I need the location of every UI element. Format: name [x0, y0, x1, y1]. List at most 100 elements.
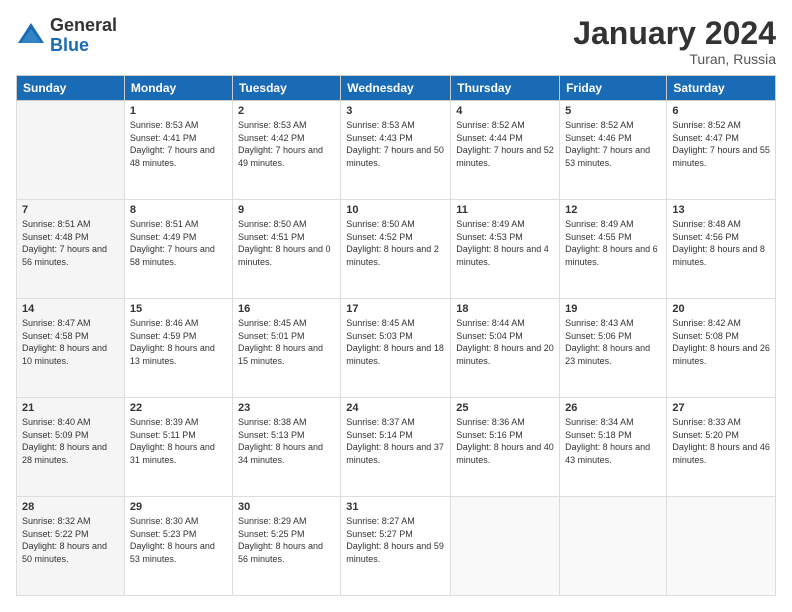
title-block: January 2024 Turan, Russia — [573, 16, 776, 67]
day-info: Sunrise: 8:52 AMSunset: 4:46 PMDaylight:… — [565, 119, 661, 169]
day-number: 5 — [565, 105, 661, 117]
table-row: 8 Sunrise: 8:51 AMSunset: 4:49 PMDaylight… — [124, 200, 232, 299]
day-number: 21 — [22, 402, 119, 414]
day-info: Sunrise: 8:27 AMSunset: 5:27 PMDaylight:… — [346, 515, 445, 565]
table-row: 11 Sunrise: 8:49 AMSunset: 4:53 PMDayligh… — [451, 200, 560, 299]
logo: General Blue — [16, 16, 117, 56]
day-number: 4 — [456, 105, 554, 117]
day-info: Sunrise: 8:49 AMSunset: 4:55 PMDaylight:… — [565, 218, 661, 268]
day-info: Sunrise: 8:37 AMSunset: 5:14 PMDaylight:… — [346, 416, 445, 466]
table-row: 28 Sunrise: 8:32 AMSunset: 5:22 PMDayligh… — [17, 497, 125, 596]
day-number: 16 — [238, 303, 335, 315]
day-number: 11 — [456, 204, 554, 216]
weekday-header-row: Sunday Monday Tuesday Wednesday Thursday… — [17, 76, 776, 101]
table-row — [17, 101, 125, 200]
day-info: Sunrise: 8:34 AMSunset: 5:18 PMDaylight:… — [565, 416, 661, 466]
calendar: Sunday Monday Tuesday Wednesday Thursday… — [16, 75, 776, 596]
table-row: 5 Sunrise: 8:52 AMSunset: 4:46 PMDaylight… — [560, 101, 667, 200]
day-number: 23 — [238, 402, 335, 414]
table-row: 7Sunrise: 8:51 AMSunset: 4:48 PMDaylight… — [17, 200, 125, 299]
day-number: 10 — [346, 204, 445, 216]
table-row: 9Sunrise: 8:50 AMSunset: 4:51 PMDaylight… — [232, 200, 340, 299]
day-number: 19 — [565, 303, 661, 315]
table-row: 31 Sunrise: 8:27 AMSunset: 5:27 PMDayligh… — [341, 497, 451, 596]
table-row: 19 Sunrise: 8:43 AMSunset: 5:06 PMDayligh… — [560, 299, 667, 398]
logo-text: General Blue — [50, 16, 117, 56]
day-number: 12 — [565, 204, 661, 216]
table-row: 20 Sunrise: 8:42 AMSunset: 5:08 PMDayligh… — [667, 299, 776, 398]
logo-blue-text: Blue — [50, 36, 117, 56]
day-info: Sunrise: 8:42 AMSunset: 5:08 PMDaylight:… — [672, 317, 770, 367]
day-number: 26 — [565, 402, 661, 414]
day-number: 25 — [456, 402, 554, 414]
table-row: 30 Sunrise: 8:29 AMSunset: 5:25 PMDayligh… — [232, 497, 340, 596]
day-info: Sunrise: 8:50 AMSunset: 4:52 PMDaylight:… — [346, 218, 445, 268]
logo-icon — [16, 21, 46, 51]
day-info: Sunrise: 8:53 AMSunset: 4:41 PMDaylight:… — [130, 119, 227, 169]
table-row: 12 Sunrise: 8:49 AMSunset: 4:55 PMDayligh… — [560, 200, 667, 299]
table-row — [451, 497, 560, 596]
header: General Blue January 2024 Turan, Russia — [16, 16, 776, 67]
day-number: 31 — [346, 501, 445, 513]
day-info: Sunrise: 8:40 AMSunset: 5:09 PMDaylight:… — [22, 416, 119, 466]
day-info: Sunrise: 8:36 AMSunset: 5:16 PMDaylight:… — [456, 416, 554, 466]
subtitle: Turan, Russia — [573, 51, 776, 67]
day-info: Sunrise: 8:48 AMSunset: 4:56 PMDaylight:… — [672, 218, 770, 268]
day-info: Sunrise: 8:30 AMSunset: 5:23 PMDaylight:… — [130, 515, 227, 565]
day-info: Sunrise: 8:29 AMSunset: 5:25 PMDaylight:… — [238, 515, 335, 565]
day-info: Sunrise: 8:46 AMSunset: 4:59 PMDaylight:… — [130, 317, 227, 367]
table-row: 4 Sunrise: 8:52 AMSunset: 4:44 PMDaylight… — [451, 101, 560, 200]
page: General Blue January 2024 Turan, Russia … — [0, 0, 792, 612]
calendar-week-row: 28 Sunrise: 8:32 AMSunset: 5:22 PMDayligh… — [17, 497, 776, 596]
day-info: Sunrise: 8:51 AMSunset: 4:49 PMDaylight:… — [130, 218, 227, 268]
calendar-week-row: 7Sunrise: 8:51 AMSunset: 4:48 PMDaylight… — [17, 200, 776, 299]
day-info: Sunrise: 8:53 AMSunset: 4:43 PMDaylight:… — [346, 119, 445, 169]
header-saturday: Saturday — [667, 76, 776, 101]
header-tuesday: Tuesday — [232, 76, 340, 101]
day-info: Sunrise: 8:45 AMSunset: 5:03 PMDaylight:… — [346, 317, 445, 367]
table-row: 1Sunrise: 8:53 AMSunset: 4:41 PMDaylight… — [124, 101, 232, 200]
day-info: Sunrise: 8:52 AMSunset: 4:44 PMDaylight:… — [456, 119, 554, 169]
table-row: 6Sunrise: 8:52 AMSunset: 4:47 PMDaylight… — [667, 101, 776, 200]
day-info: Sunrise: 8:43 AMSunset: 5:06 PMDaylight:… — [565, 317, 661, 367]
day-info: Sunrise: 8:44 AMSunset: 5:04 PMDaylight:… — [456, 317, 554, 367]
day-number: 13 — [672, 204, 770, 216]
day-info: Sunrise: 8:49 AMSunset: 4:53 PMDaylight:… — [456, 218, 554, 268]
header-monday: Monday — [124, 76, 232, 101]
table-row: 24 Sunrise: 8:37 AMSunset: 5:14 PMDayligh… — [341, 398, 451, 497]
day-number: 9 — [238, 204, 335, 216]
header-thursday: Thursday — [451, 76, 560, 101]
table-row: 23 Sunrise: 8:38 AMSunset: 5:13 PMDayligh… — [232, 398, 340, 497]
day-info: Sunrise: 8:52 AMSunset: 4:47 PMDaylight:… — [672, 119, 770, 169]
table-row — [560, 497, 667, 596]
day-info: Sunrise: 8:47 AMSunset: 4:58 PMDaylight:… — [22, 317, 119, 367]
day-number: 14 — [22, 303, 119, 315]
day-info: Sunrise: 8:53 AMSunset: 4:42 PMDaylight:… — [238, 119, 335, 169]
day-number: 29 — [130, 501, 227, 513]
table-row: 26 Sunrise: 8:34 AMSunset: 5:18 PMDayligh… — [560, 398, 667, 497]
table-row: 14 Sunrise: 8:47 AMSunset: 4:58 PMDayligh… — [17, 299, 125, 398]
table-row: 2 Sunrise: 8:53 AMSunset: 4:42 PMDaylight… — [232, 101, 340, 200]
day-info: Sunrise: 8:33 AMSunset: 5:20 PMDaylight:… — [672, 416, 770, 466]
day-number: 28 — [22, 501, 119, 513]
table-row: 16Sunrise: 8:45 AMSunset: 5:01 PMDayligh… — [232, 299, 340, 398]
table-row: 18Sunrise: 8:44 AMSunset: 5:04 PMDayligh… — [451, 299, 560, 398]
day-number: 22 — [130, 402, 227, 414]
day-number: 17 — [346, 303, 445, 315]
day-number: 30 — [238, 501, 335, 513]
day-info: Sunrise: 8:38 AMSunset: 5:13 PMDaylight:… — [238, 416, 335, 466]
day-number: 3 — [346, 105, 445, 117]
header-sunday: Sunday — [17, 76, 125, 101]
day-info: Sunrise: 8:32 AMSunset: 5:22 PMDaylight:… — [22, 515, 119, 565]
day-number: 2 — [238, 105, 335, 117]
day-number: 20 — [672, 303, 770, 315]
day-number: 24 — [346, 402, 445, 414]
calendar-week-row: 14 Sunrise: 8:47 AMSunset: 4:58 PMDayligh… — [17, 299, 776, 398]
table-row: 25 Sunrise: 8:36 AMSunset: 5:16 PMDayligh… — [451, 398, 560, 497]
table-row: 10 Sunrise: 8:50 AMSunset: 4:52 PMDayligh… — [341, 200, 451, 299]
day-number: 8 — [130, 204, 227, 216]
day-info: Sunrise: 8:51 AMSunset: 4:48 PMDaylight:… — [22, 218, 119, 268]
table-row: 22Sunrise: 8:39 AMSunset: 5:11 PMDayligh… — [124, 398, 232, 497]
header-wednesday: Wednesday — [341, 76, 451, 101]
table-row: 3 Sunrise: 8:53 AMSunset: 4:43 PMDaylight… — [341, 101, 451, 200]
